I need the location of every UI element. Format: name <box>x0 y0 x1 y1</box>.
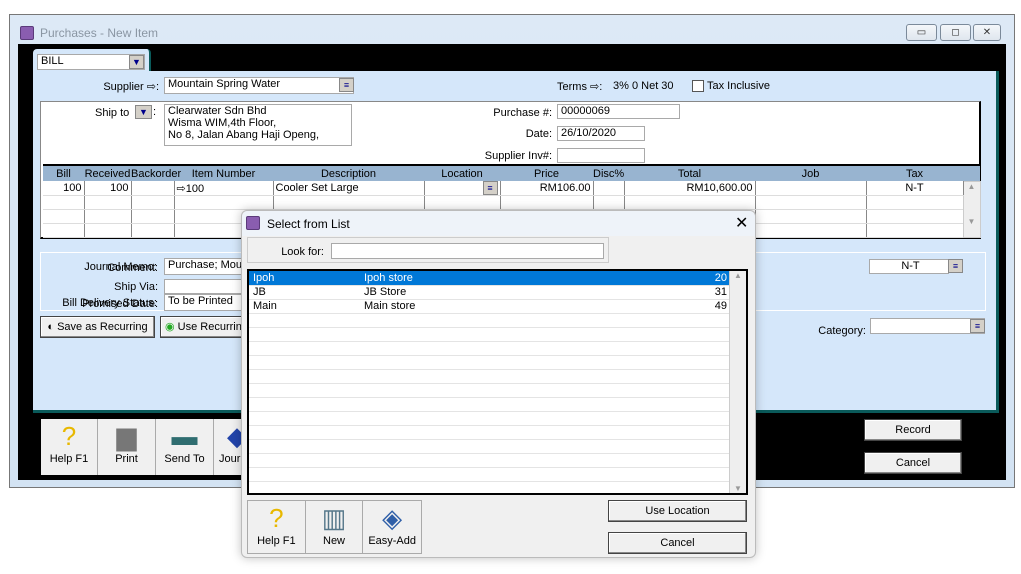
app-icon <box>20 26 34 40</box>
recurring-icon: ◐ <box>47 321 58 333</box>
col-total: Total <box>624 164 755 181</box>
col-location: Location <box>424 164 500 181</box>
location-cell[interactable]: ≡ <box>424 181 501 196</box>
col-price: Price <box>500 164 593 181</box>
purchase-no-field[interactable]: 00000069 <box>557 104 680 119</box>
help-button[interactable]: ? Help F1 <box>41 419 98 475</box>
location-list: Ipoh Ipoh store 20 JB JB Store 31 Main Main s… <box>247 269 748 495</box>
select-from-list-dialog: Select from List ✕ Look for: Ipoh Ipoh st… <box>241 210 756 558</box>
date-label: Date: <box>525 128 552 140</box>
chevron-down-icon[interactable]: ▼ <box>129 55 144 69</box>
app-icon <box>246 216 260 230</box>
dialog-toolbar: ? Help F1 ▥ New ◈ Easy-Add <box>247 500 422 554</box>
ship-to-label: Ship to <box>95 107 130 119</box>
list-scrollbar[interactable]: ▲ ▼ <box>729 271 746 493</box>
look-for-input[interactable] <box>331 243 604 259</box>
toolbar: ? Help F1 ▆ Print ▬ Send To ◆ Journal <box>41 419 261 475</box>
close-icon[interactable]: ✕ <box>735 213 748 233</box>
tax-inclusive-checkbox[interactable] <box>692 80 704 92</box>
minimize-button[interactable]: ▭ <box>906 24 937 41</box>
list-item[interactable]: Main Main store 49 <box>249 299 731 314</box>
help-icon: ? <box>61 421 77 451</box>
journal-memo-label: Journal Memo: <box>84 261 157 273</box>
look-for-label: Look for: <box>281 246 324 258</box>
supplier-label: Supplier ⇨: <box>103 81 159 93</box>
list-icon[interactable]: ≡ <box>970 319 985 333</box>
list-item[interactable]: Ipoh Ipoh store 20 <box>249 271 731 286</box>
tax-inclusive-label: Tax Inclusive <box>707 80 770 92</box>
col-description: Description <box>273 164 424 181</box>
col-disc: Disc% <box>593 164 624 181</box>
supplier-inv-field[interactable] <box>557 148 645 163</box>
delivery-status-label: Bill Delivery Status: <box>62 297 157 309</box>
col-bill: Bill <box>43 164 84 181</box>
help-button[interactable]: ? Help F1 <box>248 501 306 553</box>
print-button[interactable]: ▆ Print <box>98 419 156 475</box>
purchase-no-label: Purchase #: <box>493 107 552 119</box>
list-item[interactable]: JB JB Store 31 <box>249 285 731 300</box>
close-button[interactable]: ✕ <box>973 24 1001 41</box>
terms-label: Terms ⇨: <box>557 81 603 93</box>
save-recurring-button[interactable]: ◐ Save as Recurring <box>40 316 155 338</box>
supplier-inv-label: Supplier Inv#: <box>484 150 552 162</box>
list-icon[interactable]: ≡ <box>482 181 498 195</box>
category-label: Category: <box>818 325 866 337</box>
col-received: Received <box>84 164 131 181</box>
printer-icon: ▆ <box>116 421 137 451</box>
send-to-button[interactable]: ▬ Send To <box>156 419 214 475</box>
col-backorder: Backorder <box>131 164 181 181</box>
record-button[interactable]: Record <box>864 419 962 441</box>
date-field[interactable]: 26/10/2020 <box>557 126 645 141</box>
ship-to-dropdown[interactable]: ▼ <box>135 105 152 119</box>
col-tax: Tax <box>866 164 963 181</box>
list-icon[interactable]: ≡ <box>339 78 354 92</box>
new-icon: ▥ <box>321 503 347 533</box>
dialog-title: Select from List <box>267 217 350 231</box>
table-row[interactable]: 100 100 ⇨100 Cooler Set Large ≡ RM106.00… <box>43 180 981 238</box>
maximize-button[interactable]: ◻ <box>940 24 971 41</box>
table-header: Bill Received Backorder Item Number Desc… <box>43 164 980 181</box>
dialog-cancel-button[interactable]: Cancel <box>608 532 747 554</box>
supplier-field[interactable]: Mountain Spring Water <box>164 77 354 94</box>
new-button[interactable]: ▥ New <box>305 501 364 553</box>
window-title: Purchases - New Item <box>40 26 159 40</box>
category-select[interactable] <box>870 318 985 334</box>
easy-add-button[interactable]: ◈ Easy-Add <box>363 501 421 553</box>
cancel-button[interactable]: Cancel <box>864 452 962 474</box>
col-item-number: Item Number <box>174 164 273 181</box>
help-icon: ? <box>269 503 284 533</box>
easy-add-icon: ◈ <box>382 503 403 533</box>
mailbox-icon: ▬ <box>171 421 198 451</box>
use-location-button[interactable]: Use Location <box>608 500 747 522</box>
recurring-icon: ◉ <box>165 321 178 333</box>
table-scrollbar[interactable]: ▲ ▼ <box>962 180 981 238</box>
terms-value[interactable]: 3% 0 Net 30 <box>613 80 674 92</box>
ship-to-address[interactable]: Clearwater Sdn Bhd Wisma WIM,4th Floor, … <box>164 104 352 146</box>
col-job: Job <box>755 164 866 181</box>
